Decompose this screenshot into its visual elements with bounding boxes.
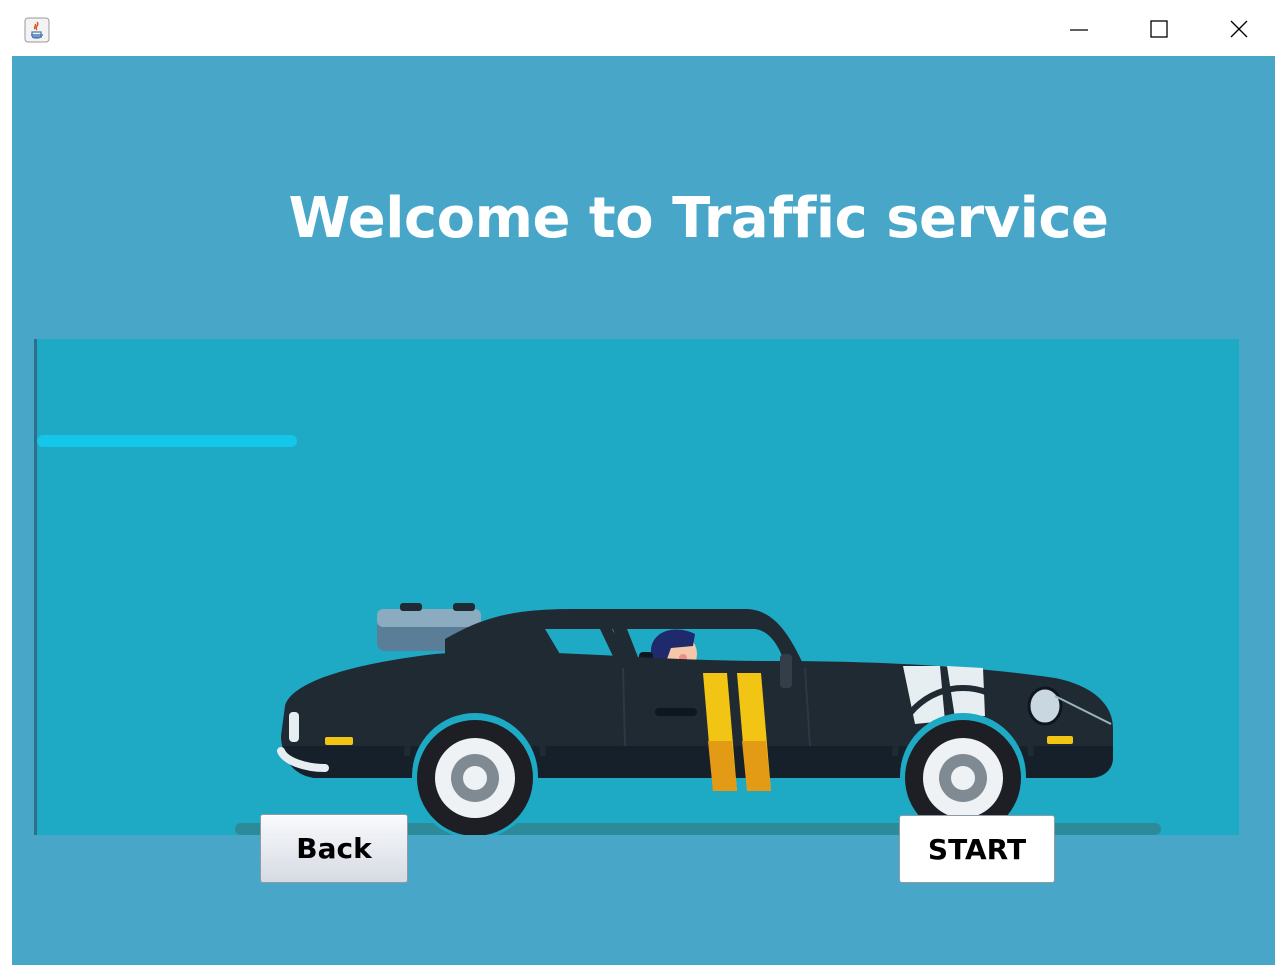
minimize-button[interactable] bbox=[1049, 8, 1109, 50]
app-window: Welcome to Traffic service Back START bbox=[0, 0, 1275, 965]
page-title: Welcome to Traffic service bbox=[288, 186, 1109, 251]
close-button[interactable] bbox=[1209, 8, 1269, 50]
java-app-icon[interactable] bbox=[24, 17, 50, 43]
car bbox=[277, 603, 1113, 835]
speed-line bbox=[37, 435, 297, 447]
title-bar[interactable] bbox=[0, 0, 1275, 56]
back-button[interactable]: Back bbox=[260, 814, 408, 883]
rear-wheel bbox=[412, 713, 538, 835]
car-illustration bbox=[34, 339, 1239, 835]
start-button[interactable]: START bbox=[899, 815, 1055, 883]
close-icon bbox=[1230, 20, 1248, 38]
maximize-icon bbox=[1150, 20, 1168, 38]
main-panel: Welcome to Traffic service bbox=[12, 56, 1275, 965]
minimize-icon bbox=[1070, 29, 1088, 31]
maximize-button[interactable] bbox=[1129, 8, 1189, 50]
